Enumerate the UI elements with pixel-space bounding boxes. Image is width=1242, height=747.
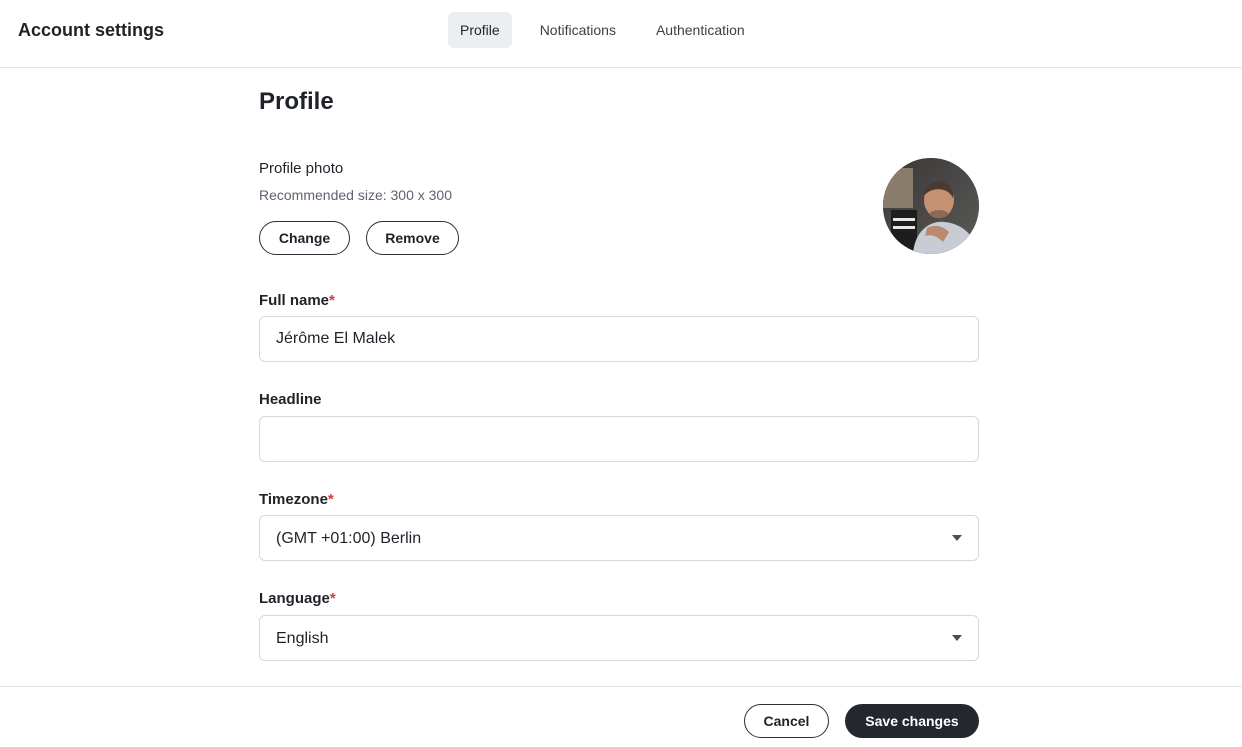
remove-photo-button[interactable]: Remove (366, 221, 459, 255)
settings-tabs: Profile Notifications Authentication (448, 12, 757, 48)
full-name-input[interactable] (259, 316, 979, 362)
language-label-text: Language (259, 590, 330, 607)
cancel-button[interactable]: Cancel (744, 704, 829, 738)
required-mark: * (329, 590, 336, 607)
app-title: Account settings (18, 20, 165, 40)
tab-authentication[interactable]: Authentication (644, 12, 757, 48)
tab-notifications[interactable]: Notifications (528, 12, 628, 48)
language-select[interactable]: English (259, 615, 979, 661)
profile-photo-label: Profile photo (259, 160, 344, 177)
required-mark: * (327, 491, 334, 508)
chevron-down-icon (952, 535, 962, 541)
page-title: Profile (259, 88, 334, 115)
tab-profile[interactable]: Profile (448, 12, 512, 48)
language-value: English (276, 630, 329, 647)
change-photo-button[interactable]: Change (259, 221, 350, 255)
chevron-down-icon (952, 635, 962, 641)
timezone-select[interactable]: (GMT +01:00) Berlin (259, 515, 979, 561)
headline-label: Headline (259, 391, 322, 408)
avatar-photo (883, 158, 979, 254)
save-changes-button[interactable]: Save changes (845, 704, 979, 738)
full-name-label-text: Full name (259, 292, 330, 309)
timezone-label: Timezone* (259, 490, 334, 510)
full-name-label: Full name* (259, 291, 335, 311)
language-label: Language* (259, 589, 336, 609)
headline-input[interactable] (259, 416, 979, 462)
profile-photo-hint: Recommended size: 300 x 300 (259, 187, 452, 203)
top-bar: Account settings Profile Notifications A… (0, 0, 1242, 68)
form-footer: Cancel Save changes (0, 686, 1242, 747)
timezone-value: (GMT +01:00) Berlin (276, 530, 422, 547)
timezone-label-text: Timezone (259, 491, 328, 508)
avatar[interactable] (883, 158, 979, 254)
required-mark: * (329, 292, 335, 309)
